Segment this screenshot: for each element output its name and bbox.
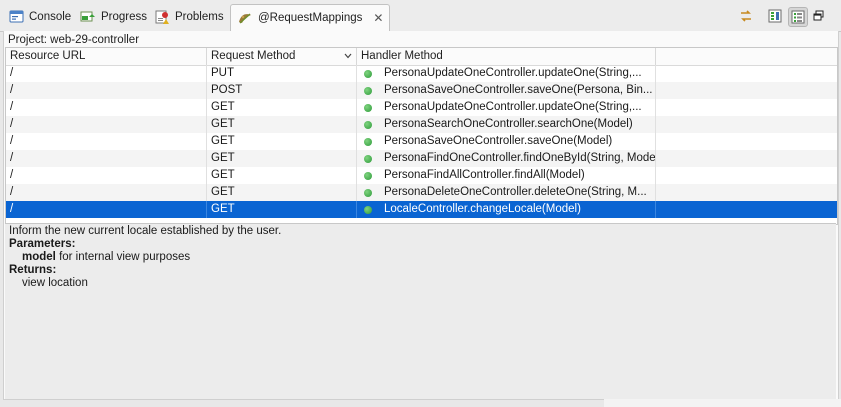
table-row[interactable]: / GET PersonaFindAllController.findAll(Mod…	[6, 167, 837, 184]
view-panel: Project: web-29-controller Resource URL …	[3, 31, 839, 400]
column-header-request-method[interactable]: Request Method	[207, 48, 357, 65]
cell-request-method: PUT	[207, 65, 357, 82]
public-method-icon	[364, 155, 372, 163]
returns-heading: Returns:	[9, 264, 57, 276]
handler-method-label: PersonaFindAllController.findAll(Model)	[384, 169, 585, 181]
chevron-down-icon	[344, 53, 352, 59]
cell-handler-method: PersonaUpdateOneController.updateOne(Str…	[357, 65, 656, 82]
table-row[interactable]: / GET PersonaFindOneController.findOneById…	[6, 150, 837, 167]
problems-icon	[155, 10, 170, 25]
request-mappings-icon	[237, 11, 253, 25]
handler-method-label: PersonaSaveOneController.saveOne(Model)	[384, 135, 613, 147]
table-row[interactable]: / GET PersonaSearchOneController.searchOne…	[6, 116, 837, 133]
cell-resource-url: /	[6, 65, 207, 82]
handler-method-label: PersonaUpdateOneController.updateOne(Str…	[384, 101, 642, 113]
public-method-icon	[364, 70, 372, 78]
cell-handler-method: PersonaSaveOneController.saveOne(Model)	[357, 133, 656, 150]
description-summary: Inform the new current locale establishe…	[9, 225, 282, 237]
public-method-icon	[364, 206, 372, 214]
maximize-restore-icon[interactable]	[810, 7, 828, 25]
cell-handler-method: PersonaUpdateOneController.updateOne(Str…	[357, 99, 656, 116]
public-method-icon	[364, 104, 372, 112]
layout-list-icon[interactable]	[788, 7, 808, 27]
table-header: Resource URL Request Method Handler Meth…	[6, 48, 837, 66]
column-header-resource-url[interactable]: Resource URL	[6, 48, 207, 65]
progress-icon	[80, 10, 96, 24]
public-method-icon	[364, 138, 372, 146]
cell-handler-method: PersonaSaveOneController.saveOne(Persona…	[357, 82, 656, 99]
table-row[interactable]: / GET PersonaDeleteOneController.deleteOne…	[6, 184, 837, 201]
tab-label: Console	[29, 11, 72, 23]
status-corner	[604, 399, 841, 407]
view-tab-bar: Console Progress Problems @RequestMappin…	[0, 0, 841, 32]
cell-resource-url: /	[6, 150, 207, 167]
handler-method-label: PersonaDeleteOneController.deleteOne(Str…	[384, 186, 647, 198]
tab-label: Problems	[175, 11, 224, 23]
public-method-icon	[364, 189, 372, 197]
handler-method-label: PersonaSearchOneController.searchOne(Mod…	[384, 118, 633, 130]
close-icon[interactable]: ✕	[373, 12, 383, 24]
cell-handler-method: PersonaSearchOneController.searchOne(Mod…	[357, 116, 656, 133]
tab-label: Progress	[101, 11, 148, 23]
cell-resource-url: /	[6, 82, 207, 99]
cell-resource-url: /	[6, 116, 207, 133]
tab-console[interactable]: Console	[3, 5, 77, 29]
cell-handler-method: LocaleController.changeLocale(Model)	[357, 201, 656, 218]
cell-resource-url: /	[6, 133, 207, 150]
cell-resource-url: /	[6, 99, 207, 116]
table-row[interactable]: / GET PersonaUpdateOneController.updateOne…	[6, 99, 837, 116]
cell-handler-method: PersonaFindAllController.findAll(Model)	[357, 167, 656, 184]
handler-method-label: PersonaFindOneController.findOneById(Str…	[384, 152, 656, 164]
tab-request-mappings[interactable]: @RequestMappings ✕	[230, 4, 391, 31]
tab-problems[interactable]: Problems	[149, 5, 230, 29]
cell-request-method: GET	[207, 99, 357, 116]
cell-request-method: GET	[207, 133, 357, 150]
cell-request-method: GET	[207, 167, 357, 184]
table-row[interactable]: / PUT PersonaUpdateOneController.updateOne…	[6, 65, 837, 82]
tab-label: @RequestMappings	[258, 12, 363, 24]
link-editor-icon[interactable]	[737, 7, 755, 25]
table-row[interactable]: / GET PersonaSaveOneController.saveOne(Mod…	[6, 133, 837, 150]
cell-handler-method: PersonaDeleteOneController.deleteOne(Str…	[357, 184, 656, 201]
parameter-entry: model for internal view purposes	[22, 251, 190, 263]
cell-request-method: GET	[207, 116, 357, 133]
project-label: Project: web-29-controller	[8, 34, 140, 46]
column-header-handler-method[interactable]: Handler Method	[357, 48, 656, 65]
public-method-icon	[364, 121, 372, 129]
request-mappings-view: Console Progress Problems @RequestMappin…	[0, 0, 841, 407]
cell-request-method: GET	[207, 184, 357, 201]
public-method-icon	[364, 87, 372, 95]
layout-columns-icon[interactable]	[766, 7, 784, 25]
cell-request-method: GET	[207, 150, 357, 167]
tab-progress[interactable]: Progress	[74, 5, 153, 29]
table-row[interactable]: / GET LocaleController.changeLocale(Model)	[6, 201, 837, 218]
parameters-heading: Parameters:	[9, 238, 76, 250]
handler-method-label: PersonaSaveOneController.saveOne(Persona…	[384, 84, 653, 96]
cell-request-method: POST	[207, 82, 357, 99]
cell-resource-url: /	[6, 184, 207, 201]
parameter-description: for internal view purposes	[55, 251, 191, 263]
cell-handler-method: PersonaFindOneController.findOneById(Str…	[357, 150, 656, 167]
returns-description: view location	[22, 277, 88, 289]
mappings-table: Resource URL Request Method Handler Meth…	[5, 47, 838, 225]
public-method-icon	[364, 172, 372, 180]
column-header-label: Request Method	[211, 50, 296, 62]
cell-resource-url: /	[6, 167, 207, 184]
javadoc-description: Inform the new current locale establishe…	[5, 223, 836, 399]
handler-method-label: PersonaUpdateOneController.updateOne(Str…	[384, 67, 642, 79]
parameter-name: model	[22, 251, 56, 263]
cell-request-method: GET	[207, 201, 357, 218]
handler-method-label: LocaleController.changeLocale(Model)	[384, 203, 581, 215]
cell-resource-url: /	[6, 201, 207, 218]
table-row[interactable]: / POST PersonaSaveOneController.saveOne(Pe…	[6, 82, 837, 99]
console-icon	[9, 10, 24, 24]
